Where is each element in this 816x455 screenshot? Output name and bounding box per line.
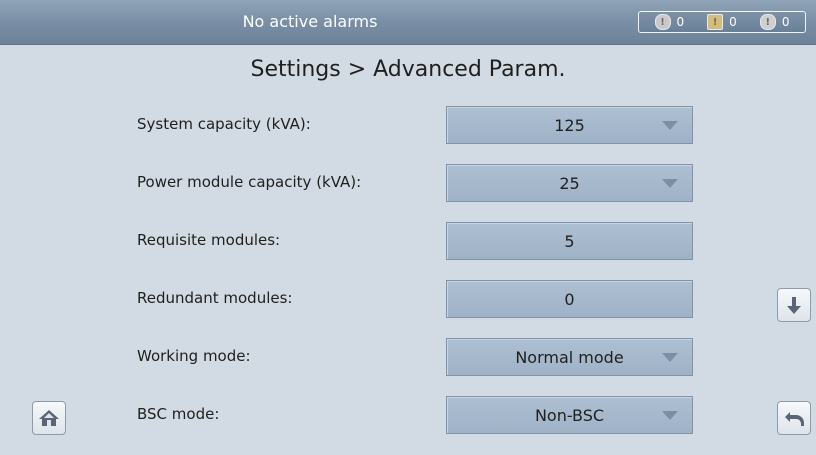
redundant-modules-value: 0 [564, 289, 575, 309]
chevron-down-icon [662, 121, 678, 130]
alarm-status-text: No active alarms [242, 12, 378, 31]
working-mode-dropdown[interactable]: Normal mode [446, 338, 693, 376]
alarm-major: ! 0 [707, 14, 737, 30]
redundant-modules-input[interactable]: 0 [446, 280, 693, 318]
working-mode-value: Normal mode [515, 347, 624, 367]
page-title: Settings > Advanced Param. [250, 57, 566, 82]
requisite-modules-label: Requisite modules: [137, 231, 281, 249]
status-bar: No active alarms ! 0 ! 0 ! 0 [0, 0, 816, 45]
alarm-minor: ! 0 [759, 14, 790, 30]
back-arrow-icon [785, 412, 804, 426]
major-alarm-icon: ! [707, 14, 724, 30]
back-button[interactable] [777, 401, 811, 435]
power-module-capacity-value: 25 [559, 173, 580, 193]
system-capacity-label: System capacity (kVA): [137, 115, 311, 133]
alarm-critical: ! 0 [654, 14, 685, 30]
bsc-mode-dropdown[interactable]: Non-BSC [446, 396, 693, 434]
minor-alarm-icon: ! [759, 14, 776, 30]
critical-alarm-icon: ! [654, 14, 671, 30]
requisite-modules-input[interactable]: 5 [446, 222, 693, 260]
home-button[interactable] [32, 401, 66, 435]
system-capacity-dropdown[interactable]: 125 [446, 106, 693, 144]
power-module-capacity-dropdown[interactable]: 25 [446, 164, 693, 202]
major-alarm-count: 0 [729, 15, 737, 29]
minor-alarm-count: 0 [781, 15, 790, 29]
chevron-down-icon [662, 179, 678, 188]
chevron-down-icon [662, 411, 678, 420]
bsc-mode-label: BSC mode: [137, 405, 220, 423]
critical-alarm-count: 0 [676, 15, 685, 29]
chevron-down-icon [662, 353, 678, 362]
working-mode-label: Working mode: [137, 347, 251, 365]
home-icon [39, 410, 59, 426]
requisite-modules-value: 5 [564, 231, 575, 251]
scroll-down-button[interactable] [777, 288, 811, 322]
alarm-counter-button[interactable]: ! 0 ! 0 ! 0 [638, 11, 806, 33]
power-module-capacity-label: Power module capacity (kVA): [137, 173, 362, 191]
arrow-down-icon [787, 297, 801, 314]
redundant-modules-label: Redundant modules: [137, 289, 293, 307]
bsc-mode-value: Non-BSC [534, 405, 605, 425]
system-capacity-value: 125 [554, 115, 585, 135]
